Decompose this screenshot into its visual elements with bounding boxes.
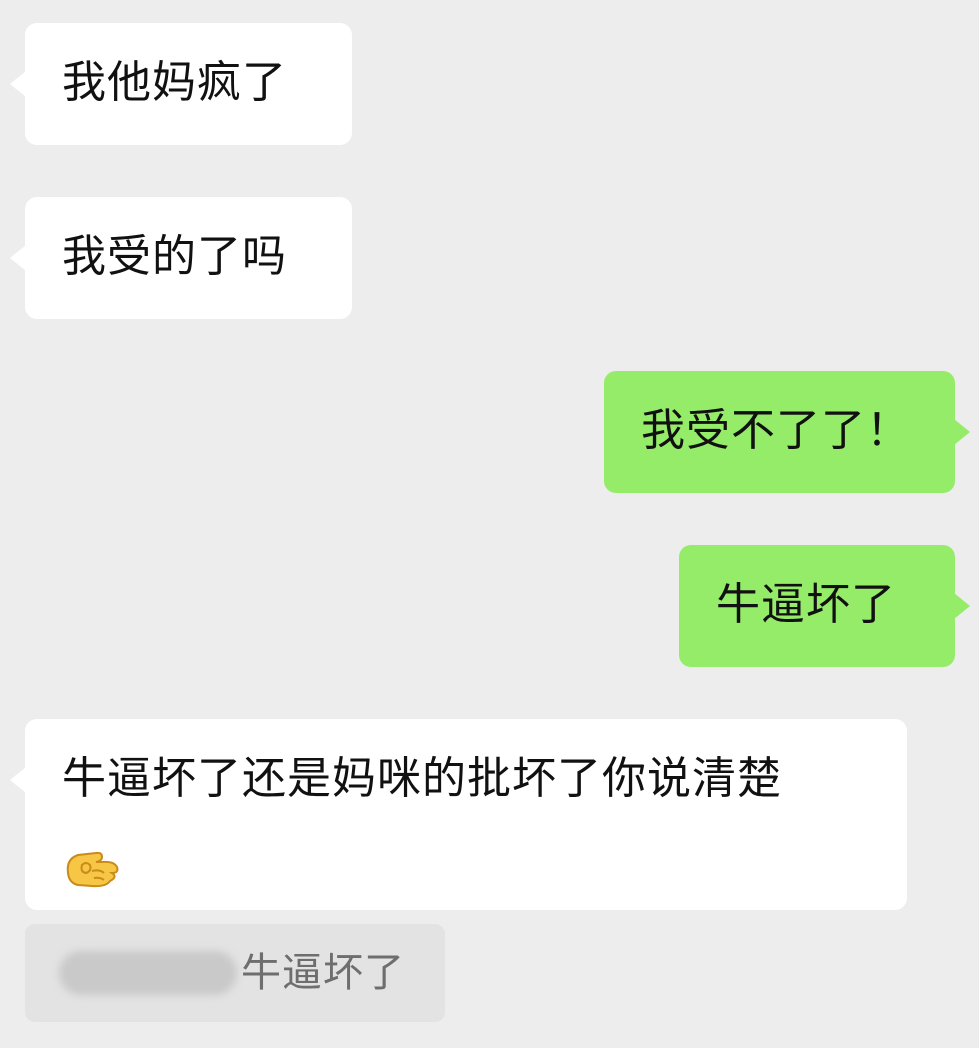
outgoing-message-bubble[interactable]: 牛逼坏了 xyxy=(679,545,970,667)
outgoing-message-bubble[interactable]: 我受不了了！ xyxy=(604,371,970,493)
incoming-message-bubble[interactable]: 牛逼坏了还是妈咪的批坏了你说清楚 xyxy=(10,719,907,910)
incoming-message-bubble[interactable]: 我他妈疯了 xyxy=(10,23,352,145)
message-text: 我受不了了！ xyxy=(641,405,911,456)
message-text: 牛逼坏了 xyxy=(716,579,896,630)
message-text: 我受的了吗 xyxy=(62,231,287,282)
quoted-message-text: 牛逼坏了 xyxy=(241,950,405,996)
blurred-sender-name xyxy=(59,951,237,995)
message-text: 牛逼坏了还是妈咪的批坏了你说清楚 xyxy=(62,753,782,804)
incoming-message-bubble[interactable]: 我受的了吗 xyxy=(10,197,352,319)
message-text: 我他妈疯了 xyxy=(62,57,287,108)
pointing-hand-emoji-icon xyxy=(66,851,119,888)
quoted-message[interactable]: 牛逼坏了 xyxy=(25,924,445,1022)
